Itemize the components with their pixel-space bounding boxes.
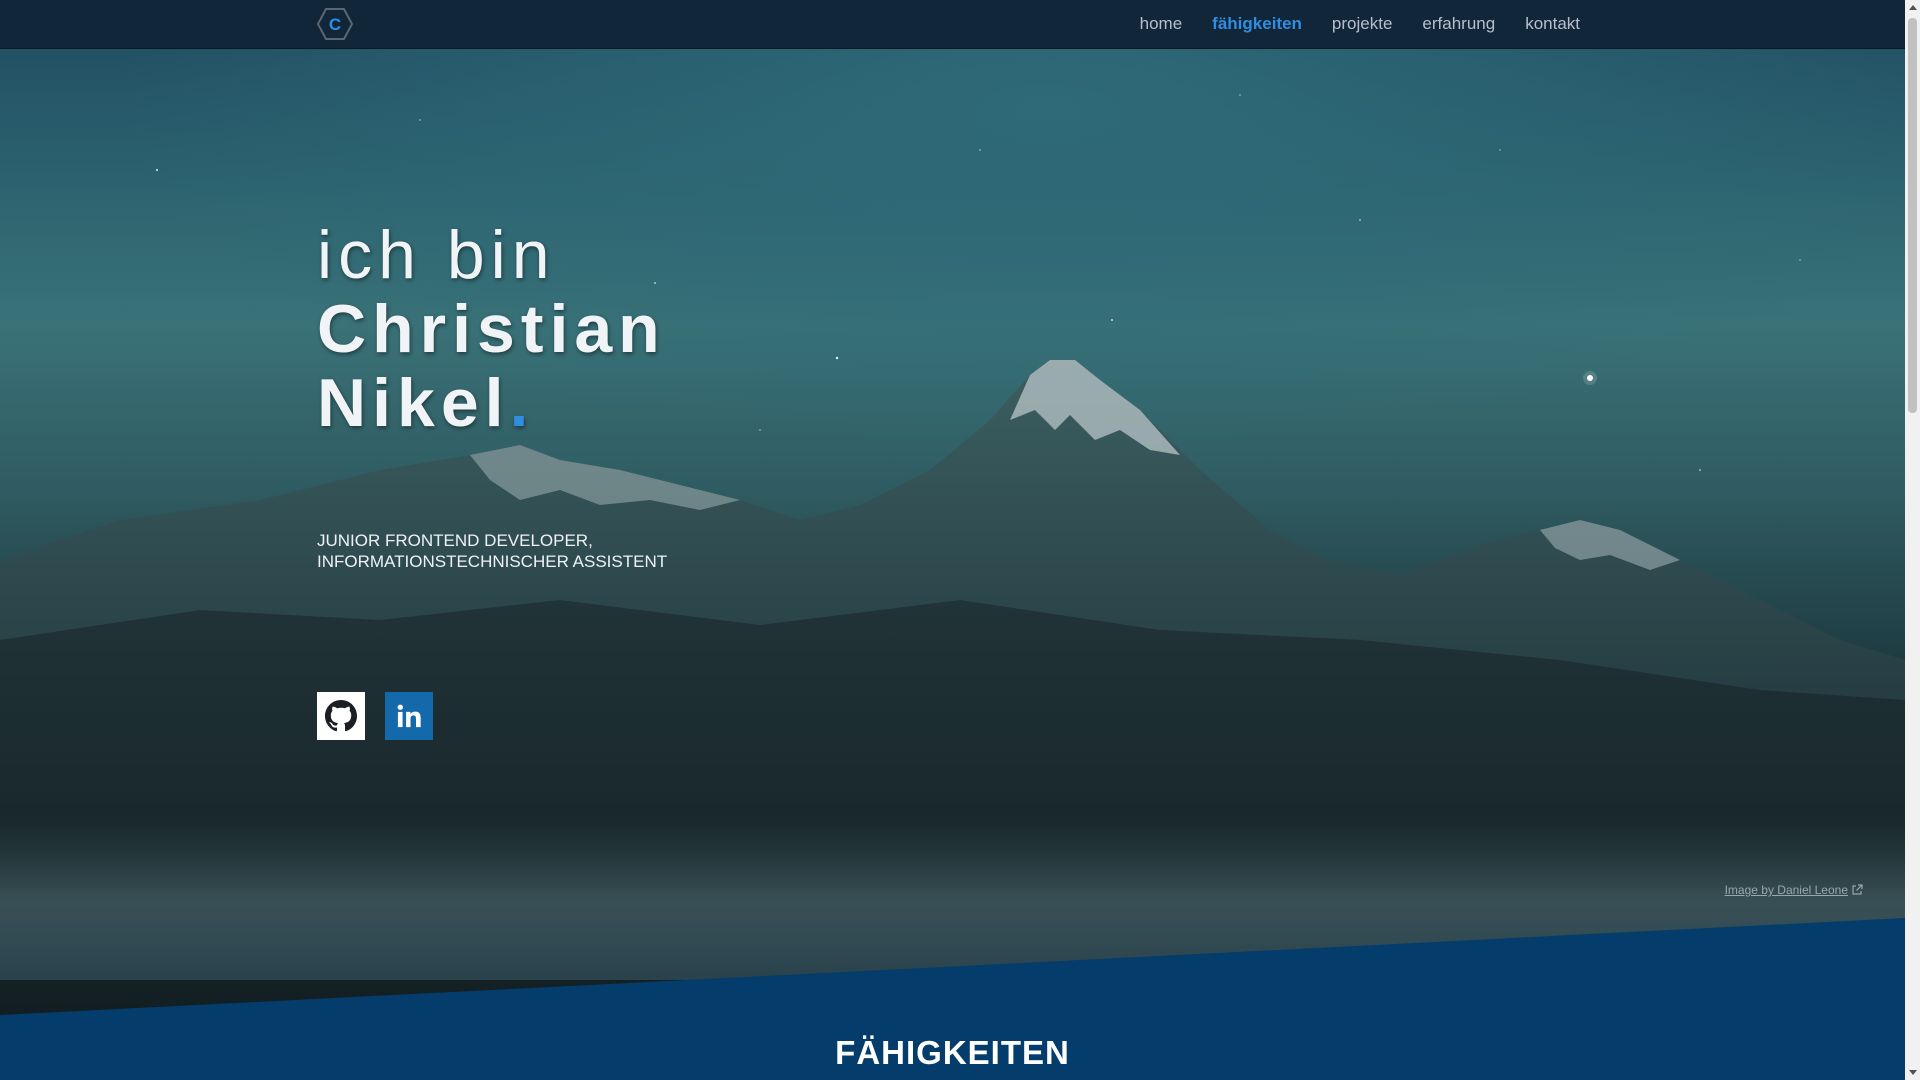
nav-link-erfahrung[interactable]: erfahrung bbox=[1422, 14, 1495, 34]
intro-heading: ich bin Christian Nikel. bbox=[317, 218, 666, 440]
intro-greeting: ich bin bbox=[317, 217, 556, 293]
intro-first-name: Christian bbox=[317, 291, 666, 367]
linkedin-icon bbox=[397, 704, 421, 728]
job-title-line-2: INFORMATIONSTECHNISCHER ASSISTENT bbox=[317, 552, 668, 571]
nav-links: home fähigkeiten projekte erfahrung kont… bbox=[1140, 0, 1580, 48]
job-title: JUNIOR FRONTEND DEVELOPER, INFORMATIONST… bbox=[317, 530, 667, 572]
scroll-down-arrow-icon[interactable] bbox=[1909, 1070, 1917, 1075]
intro-last-name-row: Nikel. bbox=[317, 366, 666, 440]
logo-button[interactable]: C bbox=[317, 8, 353, 40]
svg-text:C: C bbox=[329, 15, 341, 34]
job-title-line-1: JUNIOR FRONTEND DEVELOPER, bbox=[317, 531, 593, 550]
external-link-icon bbox=[1852, 884, 1863, 895]
scroll-thumb[interactable] bbox=[1908, 18, 1917, 413]
nav-link-kontakt[interactable]: kontakt bbox=[1525, 14, 1580, 34]
section-band bbox=[0, 918, 1905, 1080]
image-credit-link[interactable]: Image by Daniel Leone bbox=[1725, 883, 1863, 897]
intro-last-name: Nikel bbox=[317, 365, 510, 441]
image-credit-text: Image by Daniel Leone bbox=[1724, 883, 1848, 897]
logo-hexagon-icon: C bbox=[317, 8, 353, 40]
navbar: C home fähigkeiten projekte erfahrung ko… bbox=[0, 0, 1905, 49]
scroll-up-arrow-icon[interactable] bbox=[1909, 5, 1917, 10]
github-icon bbox=[325, 700, 357, 732]
nav-link-faehigkeiten[interactable]: fähigkeiten bbox=[1212, 14, 1302, 34]
nav-link-projekte[interactable]: projekte bbox=[1332, 14, 1392, 34]
nav-link-home[interactable]: home bbox=[1140, 14, 1183, 34]
accent-dot: . bbox=[509, 365, 535, 441]
linkedin-button[interactable] bbox=[385, 692, 433, 740]
github-button[interactable] bbox=[317, 692, 365, 740]
section-title-faehigkeiten: FÄHIGKEITEN bbox=[835, 1034, 1070, 1071]
page-scrollbar[interactable] bbox=[1905, 0, 1920, 1080]
social-links bbox=[317, 692, 433, 740]
